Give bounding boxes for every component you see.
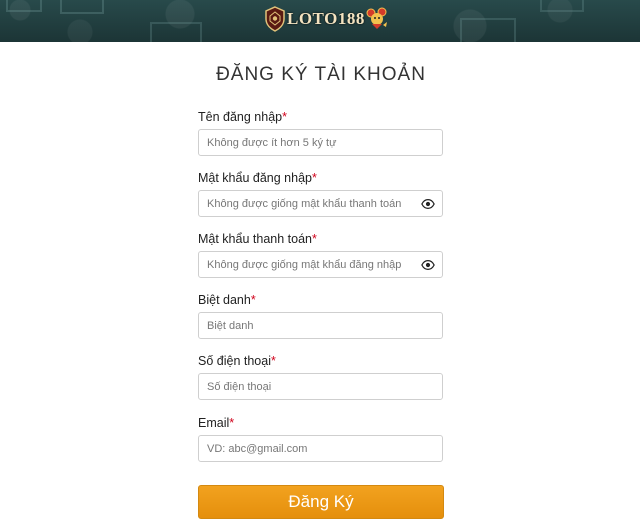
username-input[interactable] [199,130,417,155]
required-marker: * [250,293,256,307]
page-title: ĐĂNG KÝ TÀI KHOẢN [216,64,426,85]
logo-text: LOTO188 [287,9,365,28]
email-input[interactable] [199,436,417,461]
phone-field-box [198,373,443,400]
header-decoration [150,22,202,42]
mouse-mascot-icon [366,7,387,29]
username-label: Tên đăng nhập* [198,110,287,124]
required-marker: * [311,171,317,185]
header-decoration [6,0,42,12]
payment-password-input[interactable] [199,252,417,277]
login-password-input[interactable] [199,191,417,216]
login-password-field-box [198,190,443,217]
payment-password-label-text: Mật khẩu thanh toán [198,232,312,246]
phone-label: Số điện thoại* [198,354,276,368]
register-button[interactable]: Đăng Ký [198,485,444,519]
header-banner: LOTO188 [0,0,640,42]
required-marker: * [311,232,317,246]
payment-password-label: Mật khẩu thanh toán* [198,232,317,246]
login-password-label-text: Mật khẩu đăng nhập [198,171,312,185]
header-decoration [460,18,516,42]
nickname-label: Biệt danh* [198,293,256,307]
payment-password-field-box [198,251,443,278]
header-decoration [540,0,584,12]
email-label: Email* [198,416,234,430]
eye-icon[interactable] [421,197,435,211]
username-label-text: Tên đăng nhập [198,110,283,124]
nickname-label-text: Biệt danh [198,293,251,307]
required-marker: * [282,110,287,124]
shield-emblem-icon [265,6,285,32]
phone-input[interactable] [199,374,417,399]
email-label-text: Email [198,416,230,430]
required-marker: * [229,416,235,430]
username-field-box [198,129,443,156]
required-marker: * [270,354,276,368]
nickname-field-box [198,312,443,339]
site-logo[interactable]: LOTO188 [264,4,388,34]
header-decoration [60,0,104,14]
nickname-input[interactable] [199,313,417,338]
eye-icon[interactable] [421,258,435,272]
email-field-box [198,435,443,462]
phone-label-text: Số điện thoại [198,354,271,368]
login-password-label: Mật khẩu đăng nhập* [198,171,317,185]
